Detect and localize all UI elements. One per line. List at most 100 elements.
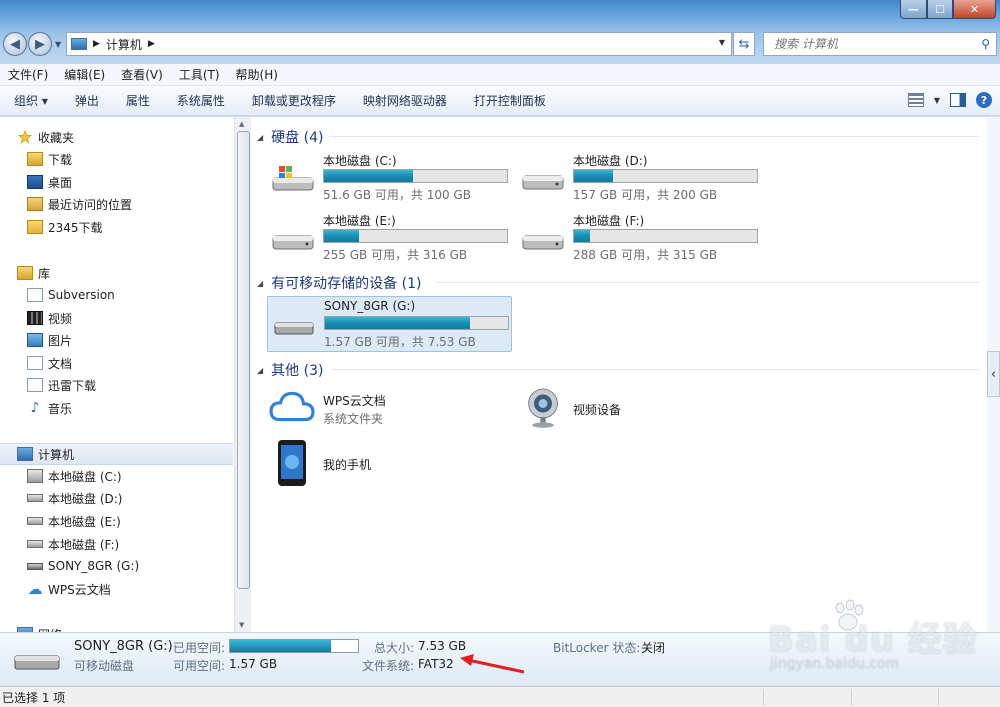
free-space-label: 可用空间: bbox=[173, 659, 226, 673]
refresh-button[interactable]: ⇆ bbox=[733, 32, 755, 56]
nav-favorites[interactable]: 收藏夹 bbox=[17, 127, 74, 147]
my-phone-item[interactable]: 我的手机 bbox=[267, 439, 513, 489]
sidebar-scrollbar[interactable]: ▲ ▼ bbox=[234, 117, 251, 632]
nav-label: Subversion bbox=[48, 288, 115, 302]
search-box[interactable]: ⚲ bbox=[763, 32, 997, 56]
nav-item-documents[interactable]: 文档 bbox=[27, 353, 72, 373]
drive-icon bbox=[27, 494, 43, 502]
nav-item-desktop[interactable]: 桌面 bbox=[27, 172, 72, 192]
close-button[interactable]: ✕ bbox=[953, 0, 996, 19]
menu-tools[interactable]: 工具(T) bbox=[171, 66, 228, 83]
chevron-down-icon[interactable]: ▼ bbox=[719, 38, 725, 47]
watermark-brand: Bai du 经验 bbox=[768, 620, 978, 660]
chevron-down-icon[interactable]: ▼ bbox=[934, 96, 940, 105]
drive-usage-bar bbox=[573, 169, 758, 183]
scroll-up-icon[interactable]: ▲ bbox=[239, 120, 244, 128]
system-properties-button[interactable]: 系统属性 bbox=[177, 92, 238, 109]
preview-pane-icon[interactable] bbox=[950, 93, 966, 107]
nav-item-music[interactable]: ♪ 音乐 bbox=[27, 398, 72, 418]
chevron-right-icon[interactable]: ▶ bbox=[148, 39, 155, 49]
details-drive-name: SONY_8GR (G:) bbox=[74, 639, 173, 654]
drive-f[interactable]: 本地磁盘 (F:) 288 GB 可用，共 315 GB bbox=[517, 210, 763, 266]
scroll-down-icon[interactable]: ▼ bbox=[239, 621, 244, 629]
expand-pane-button[interactable]: ‹ bbox=[987, 351, 1000, 397]
computer-icon bbox=[71, 38, 87, 50]
removable-drive-icon bbox=[27, 562, 43, 570]
nav-item-pictures[interactable]: 图片 bbox=[27, 330, 72, 350]
nav-item-recent[interactable]: 最近访问的位置 bbox=[27, 194, 132, 214]
collapse-triangle-icon[interactable]: ◢ bbox=[257, 366, 263, 375]
drive-d[interactable]: 本地磁盘 (D:) 157 GB 可用，共 200 GB bbox=[517, 150, 763, 206]
menu-edit[interactable]: 编辑(E) bbox=[56, 66, 113, 83]
uninstall-program-button[interactable]: 卸载或更改程序 bbox=[252, 92, 349, 109]
group-header-hard-disks[interactable]: ◢ 硬盘 (4) bbox=[257, 127, 323, 147]
back-button[interactable]: ◀ bbox=[3, 32, 27, 56]
forward-button[interactable]: ▶ bbox=[28, 32, 52, 56]
menu-view[interactable]: 查看(V) bbox=[113, 66, 171, 83]
wps-cloud-item[interactable]: WPS云文档 系统文件夹 bbox=[267, 388, 513, 438]
system-drive-icon bbox=[27, 469, 43, 483]
menu-file[interactable]: 文件(F) bbox=[0, 66, 56, 83]
nav-item-wps-cloud[interactable]: ☁ WPS云文档 bbox=[27, 579, 111, 599]
nav-item-xunlei[interactable]: 迅雷下载 bbox=[27, 375, 96, 395]
drive-c[interactable]: 本地磁盘 (C:) 51.6 GB 可用，共 100 GB bbox=[267, 150, 513, 206]
group-header-removable[interactable]: ◢ 有可移动存储的设备 (1) bbox=[257, 273, 421, 293]
nav-libraries[interactable]: 库 bbox=[17, 263, 50, 283]
nav-item-downloads[interactable]: 下载 bbox=[27, 149, 72, 169]
chevron-left-icon: ‹ bbox=[990, 366, 997, 382]
help-icon[interactable]: ? bbox=[976, 92, 992, 108]
nav-item-drive-g[interactable]: SONY_8GR (G:) bbox=[27, 556, 139, 576]
removable-drive-icon bbox=[274, 322, 314, 335]
nav-item-drive-f[interactable]: 本地磁盘 (F:) bbox=[27, 534, 119, 554]
minimize-button[interactable]: — bbox=[900, 0, 927, 19]
annotation-arrow bbox=[460, 654, 525, 674]
recent-pages-dropdown[interactable]: ▼ bbox=[55, 40, 61, 49]
address-bar[interactable]: ▶ 计算机 ▶ ▼ bbox=[66, 32, 732, 56]
phone-icon bbox=[278, 440, 306, 486]
item-name: WPS云文档 bbox=[323, 394, 386, 408]
drive-free-space: 288 GB 可用，共 315 GB bbox=[573, 248, 718, 262]
change-view-icon[interactable] bbox=[907, 93, 924, 107]
scrollbar-thumb[interactable] bbox=[237, 131, 250, 589]
properties-button[interactable]: 属性 bbox=[126, 92, 163, 109]
collapse-triangle-icon[interactable]: ◢ bbox=[257, 133, 263, 142]
drive-g[interactable]: SONY_8GR (G:) 1.57 GB 可用，共 7.53 GB bbox=[267, 296, 512, 352]
nav-item-drive-e[interactable]: 本地磁盘 (E:) bbox=[27, 511, 121, 531]
nav-label: SONY_8GR (G:) bbox=[48, 559, 140, 573]
map-network-drive-button[interactable]: 映射网络驱动器 bbox=[363, 92, 460, 109]
search-icon[interactable]: ⚲ bbox=[981, 37, 990, 51]
menu-help[interactable]: 帮助(H) bbox=[228, 66, 286, 83]
group-label: 其他 (3) bbox=[271, 363, 324, 379]
chevron-right-icon[interactable]: ▶ bbox=[93, 39, 100, 49]
nav-item-drive-c[interactable]: 本地磁盘 (C:) bbox=[27, 466, 122, 486]
document-library-icon bbox=[27, 356, 43, 370]
used-space-bar bbox=[229, 639, 359, 653]
nav-computer[interactable]: 计算机 bbox=[17, 444, 74, 464]
maximize-button[interactable]: ☐ bbox=[927, 0, 953, 19]
open-control-panel-button[interactable]: 打开控制面板 bbox=[474, 92, 559, 109]
nav-label: 音乐 bbox=[48, 401, 73, 416]
nav-item-drive-d[interactable]: 本地磁盘 (D:) bbox=[27, 488, 122, 508]
nav-label: 本地磁盘 (C:) bbox=[48, 469, 122, 484]
used-space-label: 已用空间: bbox=[173, 641, 226, 655]
removable-drive-icon bbox=[14, 655, 60, 670]
nav-item-subversion[interactable]: Subversion bbox=[27, 285, 115, 305]
search-input[interactable] bbox=[774, 37, 974, 51]
arrow-left-icon: ◀ bbox=[10, 36, 20, 52]
collapse-triangle-icon[interactable]: ◢ bbox=[257, 279, 263, 288]
library-icon bbox=[17, 266, 33, 280]
drive-usage-bar bbox=[323, 229, 508, 243]
video-device-item[interactable]: 视频设备 bbox=[517, 385, 763, 435]
bitlocker-label: BitLocker 状态: bbox=[553, 641, 641, 655]
group-header-other[interactable]: ◢ 其他 (3) bbox=[257, 360, 323, 380]
eject-button[interactable]: 弹出 bbox=[75, 92, 112, 109]
nav-item-videos[interactable]: 视频 bbox=[27, 308, 72, 328]
nav-item-2345-downloads[interactable]: 2345下载 bbox=[27, 217, 103, 237]
drive-free-space: 157 GB 可用，共 200 GB bbox=[573, 188, 718, 202]
nav-label: 桌面 bbox=[48, 175, 73, 190]
organize-button[interactable]: 组织 ▾ bbox=[14, 92, 61, 109]
drive-usage-bar bbox=[324, 316, 509, 330]
drive-e[interactable]: 本地磁盘 (E:) 255 GB 可用，共 316 GB bbox=[267, 210, 513, 266]
nav-network[interactable]: 网络 bbox=[17, 624, 62, 632]
breadcrumb-computer[interactable]: 计算机 bbox=[106, 36, 142, 53]
